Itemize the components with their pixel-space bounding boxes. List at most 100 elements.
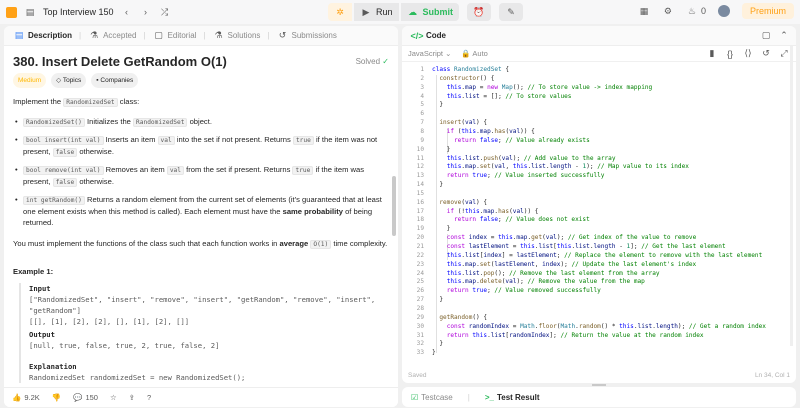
share-button[interactable]: ⇪ [129,393,135,402]
editor-status-bar: Saved Ln 34, Col 1 [402,367,796,383]
tab-solutions[interactable]: ⚗ Solutions [210,30,264,42]
code-line[interactable]: } [432,296,443,305]
note-icon: ✎ [507,6,515,17]
code-line[interactable]: this.map = new Map(); // To store value … [432,84,653,93]
code-line[interactable]: } [432,225,451,234]
dislike-button[interactable]: 👎 [52,393,61,402]
input-line: ["RandomizedSet", "insert", "remove", "i… [29,295,376,304]
code-line[interactable]: insert(val) { [432,119,487,128]
code-line[interactable]: return true; // Value inserted successfu… [432,172,605,181]
favorite-button[interactable]: ☆ [110,393,117,402]
code-editor[interactable]: 1 class RandomizedSet {2 constructor() {3… [402,62,796,371]
output-label: Output [29,330,55,339]
output-value: [null, true, false, true, 2, true, false… [29,341,220,350]
reset-icon[interactable]: ↺ [760,48,772,60]
code-line[interactable]: } [432,146,451,155]
leetcode-logo-icon[interactable] [6,6,17,18]
prev-problem-icon[interactable]: ‹ [121,6,133,18]
tab-submissions[interactable]: ↺ Submissions [274,30,340,42]
problem-list-title[interactable]: Top Interview 150 [43,7,114,17]
code-line[interactable]: class RandomizedSet { [432,66,509,75]
code-line[interactable]: } [432,181,443,190]
format-brackets-icon[interactable]: {} [724,48,736,60]
lock-icon: ▪ [96,77,99,84]
editor-scrollbar[interactable] [790,46,793,346]
code-line[interactable]: } [432,349,436,358]
editor-toolbar: JavaScript ⌄ 🔒 Auto ▮ {} ⟨⟩ ↺ ⤢ [402,46,796,62]
topics-tag[interactable]: ◇ Topics [51,73,87,88]
code-line[interactable]: } [432,101,443,110]
flask-icon: ⚗ [214,30,223,40]
explanation-line: RandomizedSet randomizedSet = new Random… [29,373,246,382]
checkbox-icon: ☑ [411,392,419,402]
code-line[interactable]: const randomIndex = Math.floor(Math.rand… [432,323,766,332]
line-number: 1 [420,66,424,73]
layout-icon[interactable]: ▦ [638,5,650,17]
code-line[interactable]: this.list = []; // To store values [432,93,572,102]
code-line[interactable]: this.list[index] = lastElement; // Repla… [432,252,763,261]
debug-button[interactable]: ✲ [328,3,352,21]
more-icon[interactable]: ⌃ [778,30,790,42]
companies-tag[interactable]: ▪ Companies [91,73,139,88]
tab-code[interactable]: </> Code [408,30,449,42]
code-line[interactable]: return true; // Value removed successful… [432,287,601,296]
line-number: 31 [416,331,424,339]
check-circle-icon: ✓ [382,57,389,66]
maximize-icon[interactable]: ▢ [760,30,772,42]
code-line[interactable]: getRandom() { [432,314,487,323]
code-line[interactable]: const index = this.map.get(val); // Get … [432,234,697,243]
tab-test-result[interactable]: >_ Test Result [482,393,543,402]
notes-button[interactable]: ✎ [499,3,524,21]
like-button[interactable]: 👍 9.2K [12,393,40,402]
line-number: 32 [416,340,424,348]
code-line[interactable]: this.list.pop(); // Remove the last elem… [432,270,660,279]
code-line[interactable]: this.list.push(val); // Add value to the… [432,155,616,164]
code-line[interactable]: constructor() { [432,75,494,84]
line-number: 13 [416,172,424,180]
language-select[interactable]: JavaScript ⌄ [408,49,451,58]
line-number: 17 [416,207,424,215]
code-line[interactable]: return this.list[randomIndex]; // Return… [432,332,704,341]
line-number: 18 [416,216,424,224]
share-icon: ⇪ [128,393,136,402]
fullscreen-icon[interactable]: ⤢ [778,48,790,60]
code-line[interactable]: this.map.set(lastElement, index); // Upd… [432,261,697,270]
code-line[interactable]: if (!this.map.has(val)) { [432,208,539,217]
settings-gear-icon[interactable]: ⚙ [662,5,674,17]
next-problem-icon[interactable]: › [140,6,152,18]
tab-accepted[interactable]: ⚗ Accepted [85,30,139,42]
book-icon: ▢ [154,30,163,40]
tab-testcase[interactable]: ☑ Testcase [408,393,456,402]
submit-button[interactable]: ☁ Submit [400,3,460,21]
code-line[interactable]: this.map.set(val, this.list.length - 1);… [432,163,689,172]
code-line[interactable]: const lastElement = this.list[this.list.… [432,243,726,252]
input-line: "getRandom"] [29,306,81,315]
list-icon[interactable]: ▤ [24,6,36,18]
timer-button[interactable]: ⏰ [467,3,492,21]
code-line[interactable]: remove(val) { [432,199,487,208]
code-braces-icon[interactable]: ⟨⟩ [742,48,754,60]
premium-button[interactable]: Premium [741,3,794,19]
code-line[interactable]: } [432,340,443,349]
tab-editorial[interactable]: ▢ Editorial [150,30,200,42]
example-title: Example 1: [13,267,54,276]
code-line[interactable]: return false; // Value already exists [432,137,590,146]
tab-description[interactable]: ▤ Description [10,30,75,42]
shuffle-icon[interactable]: ⤮ [159,6,171,18]
comments-button[interactable]: 💬 150 [73,393,98,402]
bookmark-icon[interactable]: ▮ [706,48,718,60]
auto-mode-toggle[interactable]: 🔒 Auto [461,49,487,58]
code-line[interactable]: return false; // Value does not exist [432,216,590,225]
streak-counter[interactable]: ♨ 0 [686,5,706,17]
line-number: 27 [416,296,424,304]
user-avatar[interactable] [717,5,730,17]
line-number: 19 [416,225,424,233]
run-button[interactable]: ▶ Run [354,3,399,21]
play-icon: ▶ [362,6,370,17]
example-block: Input ["RandomizedSet", "insert", "remov… [19,283,389,383]
description-scrollbar[interactable] [392,176,396,236]
panel-resize-handle[interactable] [592,384,606,386]
code-line[interactable]: if (this.map.has(val)) { [432,128,535,137]
help-button[interactable]: ? [147,393,151,402]
code-line[interactable]: this.map.delete(val); // Remove the valu… [432,278,645,287]
